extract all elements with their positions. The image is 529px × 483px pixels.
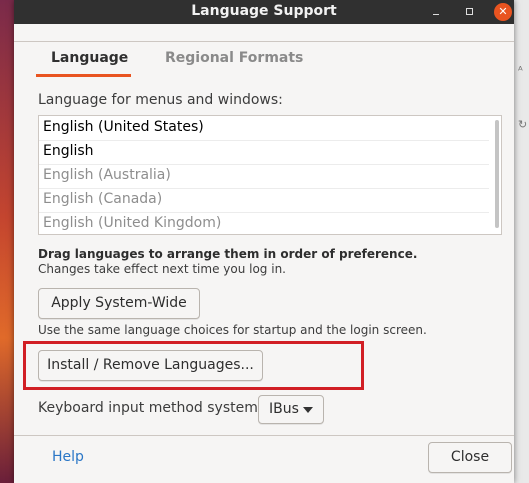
keyboard-input-dropdown[interactable]: IBus	[258, 395, 324, 424]
drag-hint: Drag languages to arrange them in order …	[38, 247, 418, 261]
background-window-edge: ᴬ ↻	[514, 0, 529, 483]
tab-language[interactable]: Language	[51, 50, 128, 66]
desktop-wallpaper	[0, 0, 14, 483]
minimize-button[interactable]	[427, 3, 445, 21]
close-window-button[interactable]: ✕	[494, 3, 512, 21]
list-separator	[39, 140, 489, 141]
language-item[interactable]: English (Canada)	[43, 191, 162, 207]
language-item[interactable]: English	[43, 143, 94, 159]
minimize-icon	[433, 14, 439, 15]
drag-note: Changes take effect next time you log in…	[38, 262, 286, 276]
language-list[interactable]: English (United States) English English …	[38, 115, 502, 235]
chevron-down-icon	[303, 407, 313, 413]
tab-regional-formats[interactable]: Regional Formats	[165, 50, 303, 66]
scrollbar-thumb[interactable]	[495, 120, 499, 228]
language-item[interactable]: English (Australia)	[43, 167, 171, 183]
close-icon: ✕	[498, 5, 508, 18]
list-separator	[39, 188, 489, 189]
apply-note: Use the same language choices for startu…	[38, 323, 427, 337]
language-support-window: Language Support ✕ Language Regional For…	[14, 0, 514, 483]
maximize-button[interactable]	[461, 3, 479, 21]
language-item[interactable]: English (United Kingdom)	[43, 215, 221, 231]
apply-system-wide-button[interactable]: Apply System-Wide	[38, 288, 200, 319]
list-scrollbar[interactable]	[490, 116, 501, 234]
language-item[interactable]: English (United States)	[43, 119, 204, 135]
background-window-glyph: ᴬ	[518, 64, 523, 77]
close-button[interactable]: Close	[428, 442, 512, 473]
background-window-glyph: ↻	[518, 118, 528, 131]
list-separator	[39, 212, 489, 213]
keyboard-input-label: Keyboard input method system:	[38, 400, 263, 416]
highlight-box	[23, 341, 364, 390]
title-bar: Language Support ✕	[14, 0, 514, 24]
maximize-icon	[466, 8, 473, 15]
keyboard-input-value: IBus	[269, 401, 299, 417]
language-list-label: Language for menus and windows:	[38, 92, 283, 108]
active-tab-indicator	[36, 74, 131, 77]
list-separator	[39, 164, 489, 165]
help-link[interactable]: Help	[52, 449, 84, 465]
